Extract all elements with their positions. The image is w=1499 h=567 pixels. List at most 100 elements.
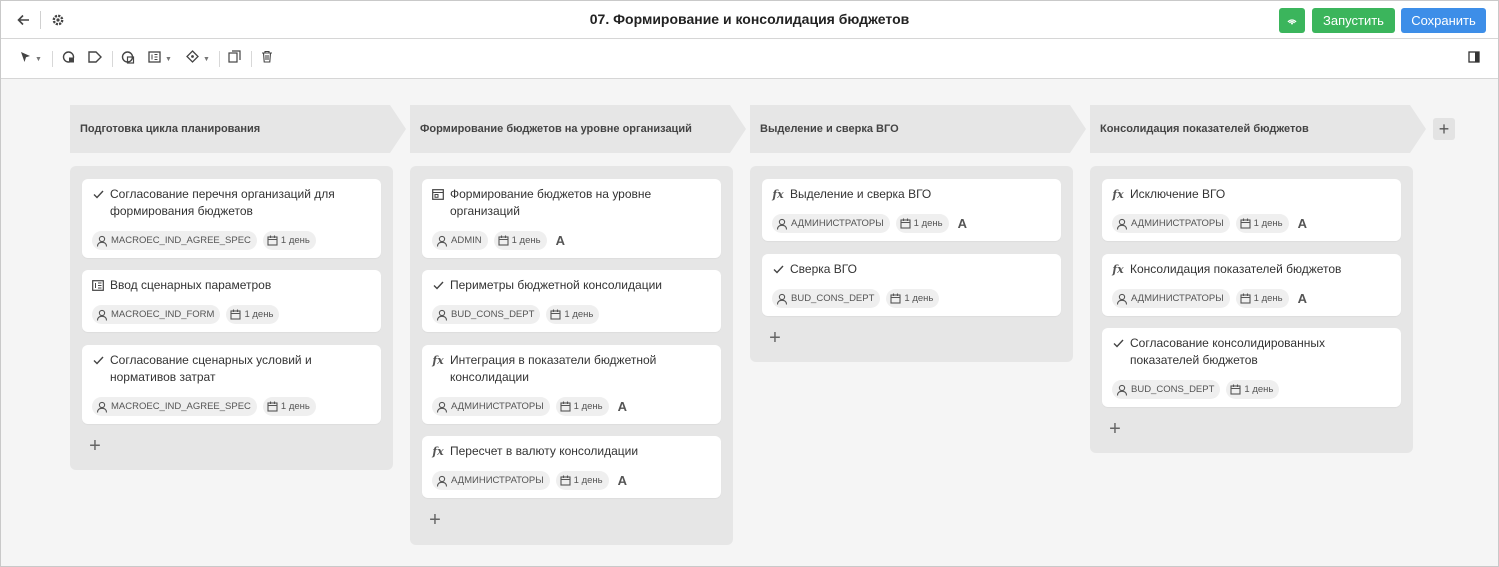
stage-title: Подготовка цикла планирования bbox=[80, 123, 261, 135]
panel-toggle-button[interactable] bbox=[1468, 51, 1480, 67]
task-card[interactable]: Ввод сценарных параметров MACROEC_IND_FO… bbox=[82, 270, 381, 332]
add-stage-button[interactable]: + bbox=[1433, 118, 1455, 140]
role-tag[interactable]: MACROEC_IND_FORM bbox=[92, 305, 221, 324]
task-card[interactable]: Сверка ВГО BUD_CONS_DEPT 1 день bbox=[762, 254, 1061, 316]
task-meta: BUD_CONS_DEPT 1 день bbox=[432, 305, 605, 324]
plus-icon: + bbox=[429, 508, 441, 531]
pointer-icon bbox=[20, 50, 31, 68]
add-task-button[interactable]: + bbox=[427, 509, 443, 531]
task-card[interactable]: Согласование перечня организаций для фор… bbox=[82, 179, 381, 258]
calendar-icon bbox=[498, 235, 509, 246]
task-card[interactable]: Согласование сценарных условий и нормати… bbox=[82, 345, 381, 424]
duration-tag[interactable]: 1 день bbox=[493, 231, 547, 250]
task-card[interactable]: fx Интеграция в показатели бюджетной кон… bbox=[422, 345, 721, 424]
role-tag[interactable]: АДМИНИСТРАТОРЫ bbox=[432, 471, 550, 490]
task-card[interactable]: Периметры бюджетной консолидации BUD_CON… bbox=[422, 270, 721, 332]
user-icon bbox=[436, 235, 448, 247]
role-label: BUD_CONS_DEPT bbox=[451, 309, 535, 320]
role-tag[interactable]: MACROEC_IND_AGREE_SPEC bbox=[92, 397, 257, 416]
connector-icon bbox=[121, 50, 135, 69]
plus-icon: + bbox=[1438, 118, 1450, 139]
task-meta: ADMIN 1 день A bbox=[432, 231, 565, 250]
form-tool[interactable]: ▼ bbox=[148, 51, 172, 67]
task-meta: BUD_CONS_DEPT 1 день bbox=[1112, 380, 1285, 399]
task-card[interactable]: Формирование бюджетов на уровне организа… bbox=[422, 179, 721, 258]
duration-tag[interactable]: 1 день bbox=[546, 305, 600, 324]
add-task-button[interactable]: + bbox=[87, 435, 103, 457]
stage-header[interactable]: Подготовка цикла планирования bbox=[70, 105, 406, 153]
role-tag[interactable]: MACROEC_IND_AGREE_SPEC bbox=[92, 231, 257, 250]
gateway-icon bbox=[62, 50, 76, 69]
stage-column: fx Исключение ВГО АДМИНИСТРАТОРЫ 1 день … bbox=[1090, 166, 1413, 453]
add-task-button[interactable]: + bbox=[767, 327, 783, 349]
role-label: АДМИНИСТРАТОРЫ bbox=[451, 475, 544, 486]
duration-tag[interactable]: 1 день bbox=[886, 289, 940, 308]
duration-tag[interactable]: 1 день bbox=[1226, 380, 1280, 399]
toolbar-divider bbox=[52, 51, 53, 67]
role-tag[interactable]: BUD_CONS_DEPT bbox=[1112, 380, 1221, 399]
diamond-icon bbox=[186, 50, 199, 68]
stage-header[interactable]: Формирование бюджетов на уровне организа… bbox=[410, 105, 746, 153]
auto-execution-badge: A bbox=[1297, 291, 1308, 306]
connector-tool[interactable] bbox=[121, 50, 135, 69]
role-tag[interactable]: АДМИНИСТРАТОРЫ bbox=[772, 214, 890, 233]
role-label: АДМИНИСТРАТОРЫ bbox=[1131, 218, 1224, 229]
duration-tag[interactable]: 1 день bbox=[555, 471, 609, 490]
delete-tool[interactable] bbox=[261, 50, 273, 67]
duration-label: 1 день bbox=[573, 475, 603, 486]
gateway-tool[interactable] bbox=[62, 50, 76, 69]
role-tag[interactable]: BUD_CONS_DEPT bbox=[432, 305, 541, 324]
task-card[interactable]: Согласование консолидированных показател… bbox=[1102, 328, 1401, 407]
role-tag[interactable]: АДМИНИСТРАТОРЫ bbox=[1112, 289, 1230, 308]
stage-title: Выделение и сверка ВГО bbox=[760, 123, 899, 135]
save-button[interactable]: Сохранить bbox=[1401, 8, 1486, 33]
task-card[interactable]: fx Исключение ВГО АДМИНИСТРАТОРЫ 1 день … bbox=[1102, 179, 1401, 241]
gateway-diamond-tool[interactable]: ▼ bbox=[186, 50, 210, 68]
copy-tool[interactable] bbox=[228, 50, 241, 67]
task-card[interactable]: fx Выделение и сверка ВГО АДМИНИСТРАТОРЫ… bbox=[762, 179, 1061, 241]
duration-tag[interactable]: 1 день bbox=[555, 397, 609, 416]
role-tag[interactable]: АДМИНИСТРАТОРЫ bbox=[432, 397, 550, 416]
role-tag[interactable]: BUD_CONS_DEPT bbox=[772, 289, 881, 308]
user-icon bbox=[1116, 384, 1128, 396]
role-tag[interactable]: АДМИНИСТРАТОРЫ bbox=[1112, 214, 1230, 233]
check-icon bbox=[771, 262, 785, 276]
task-meta: АДМИНИСТРАТОРЫ 1 день A bbox=[1112, 214, 1307, 233]
pointer-tool[interactable]: ▼ bbox=[20, 51, 42, 67]
duration-tag[interactable]: 1 день bbox=[1235, 289, 1289, 308]
duration-tag[interactable]: 1 день bbox=[1235, 214, 1289, 233]
check-icon bbox=[91, 187, 105, 201]
stage-header[interactable]: Выделение и сверка ВГО bbox=[750, 105, 1086, 153]
broadcast-button[interactable] bbox=[1279, 8, 1305, 33]
task-meta: MACROEC_IND_AGREE_SPEC 1 день bbox=[92, 231, 322, 250]
role-tag[interactable]: ADMIN bbox=[432, 231, 488, 250]
duration-label: 1 день bbox=[1253, 293, 1283, 304]
duration-tag[interactable]: 1 день bbox=[262, 397, 316, 416]
stage-header[interactable]: Консолидация показателей бюджетов bbox=[1090, 105, 1426, 153]
duration-tag[interactable]: 1 день bbox=[226, 305, 280, 324]
calendar-icon bbox=[267, 401, 278, 412]
role-label: BUD_CONS_DEPT bbox=[791, 293, 875, 304]
stage-column: fx Выделение и сверка ВГО АДМИНИСТРАТОРЫ… bbox=[750, 166, 1073, 362]
role-label: АДМИНИСТРАТОРЫ bbox=[1131, 293, 1224, 304]
duration-tag[interactable]: 1 день bbox=[262, 231, 316, 250]
task-card[interactable]: fx Пересчет в валюту консолидации АДМИНИ… bbox=[422, 436, 721, 498]
task-card[interactable]: fx Консолидация показателей бюджетов АДМ… bbox=[1102, 254, 1401, 316]
broadcast-icon bbox=[1286, 12, 1298, 30]
stage-column: Формирование бюджетов на уровне организа… bbox=[410, 166, 733, 545]
duration-label: 1 день bbox=[511, 235, 541, 246]
run-button[interactable]: Запустить bbox=[1312, 8, 1395, 33]
add-task-button[interactable]: + bbox=[1107, 418, 1123, 440]
calendar-icon bbox=[1240, 293, 1251, 304]
calendar-icon bbox=[550, 309, 561, 320]
duration-tag[interactable]: 1 день bbox=[895, 214, 949, 233]
label-tool[interactable] bbox=[88, 51, 102, 67]
role-label: BUD_CONS_DEPT bbox=[1131, 384, 1215, 395]
task-title: Периметры бюджетной консолидации bbox=[450, 278, 662, 292]
task-title: Согласование сценарных условий и нормати… bbox=[110, 353, 312, 384]
task-title: Согласование консолидированных показател… bbox=[1130, 336, 1325, 367]
calendar-icon bbox=[267, 235, 278, 246]
function-icon: fx bbox=[432, 444, 444, 458]
function-icon: fx bbox=[772, 187, 784, 201]
task-title: Интеграция в показатели бюджетной консол… bbox=[450, 353, 657, 384]
